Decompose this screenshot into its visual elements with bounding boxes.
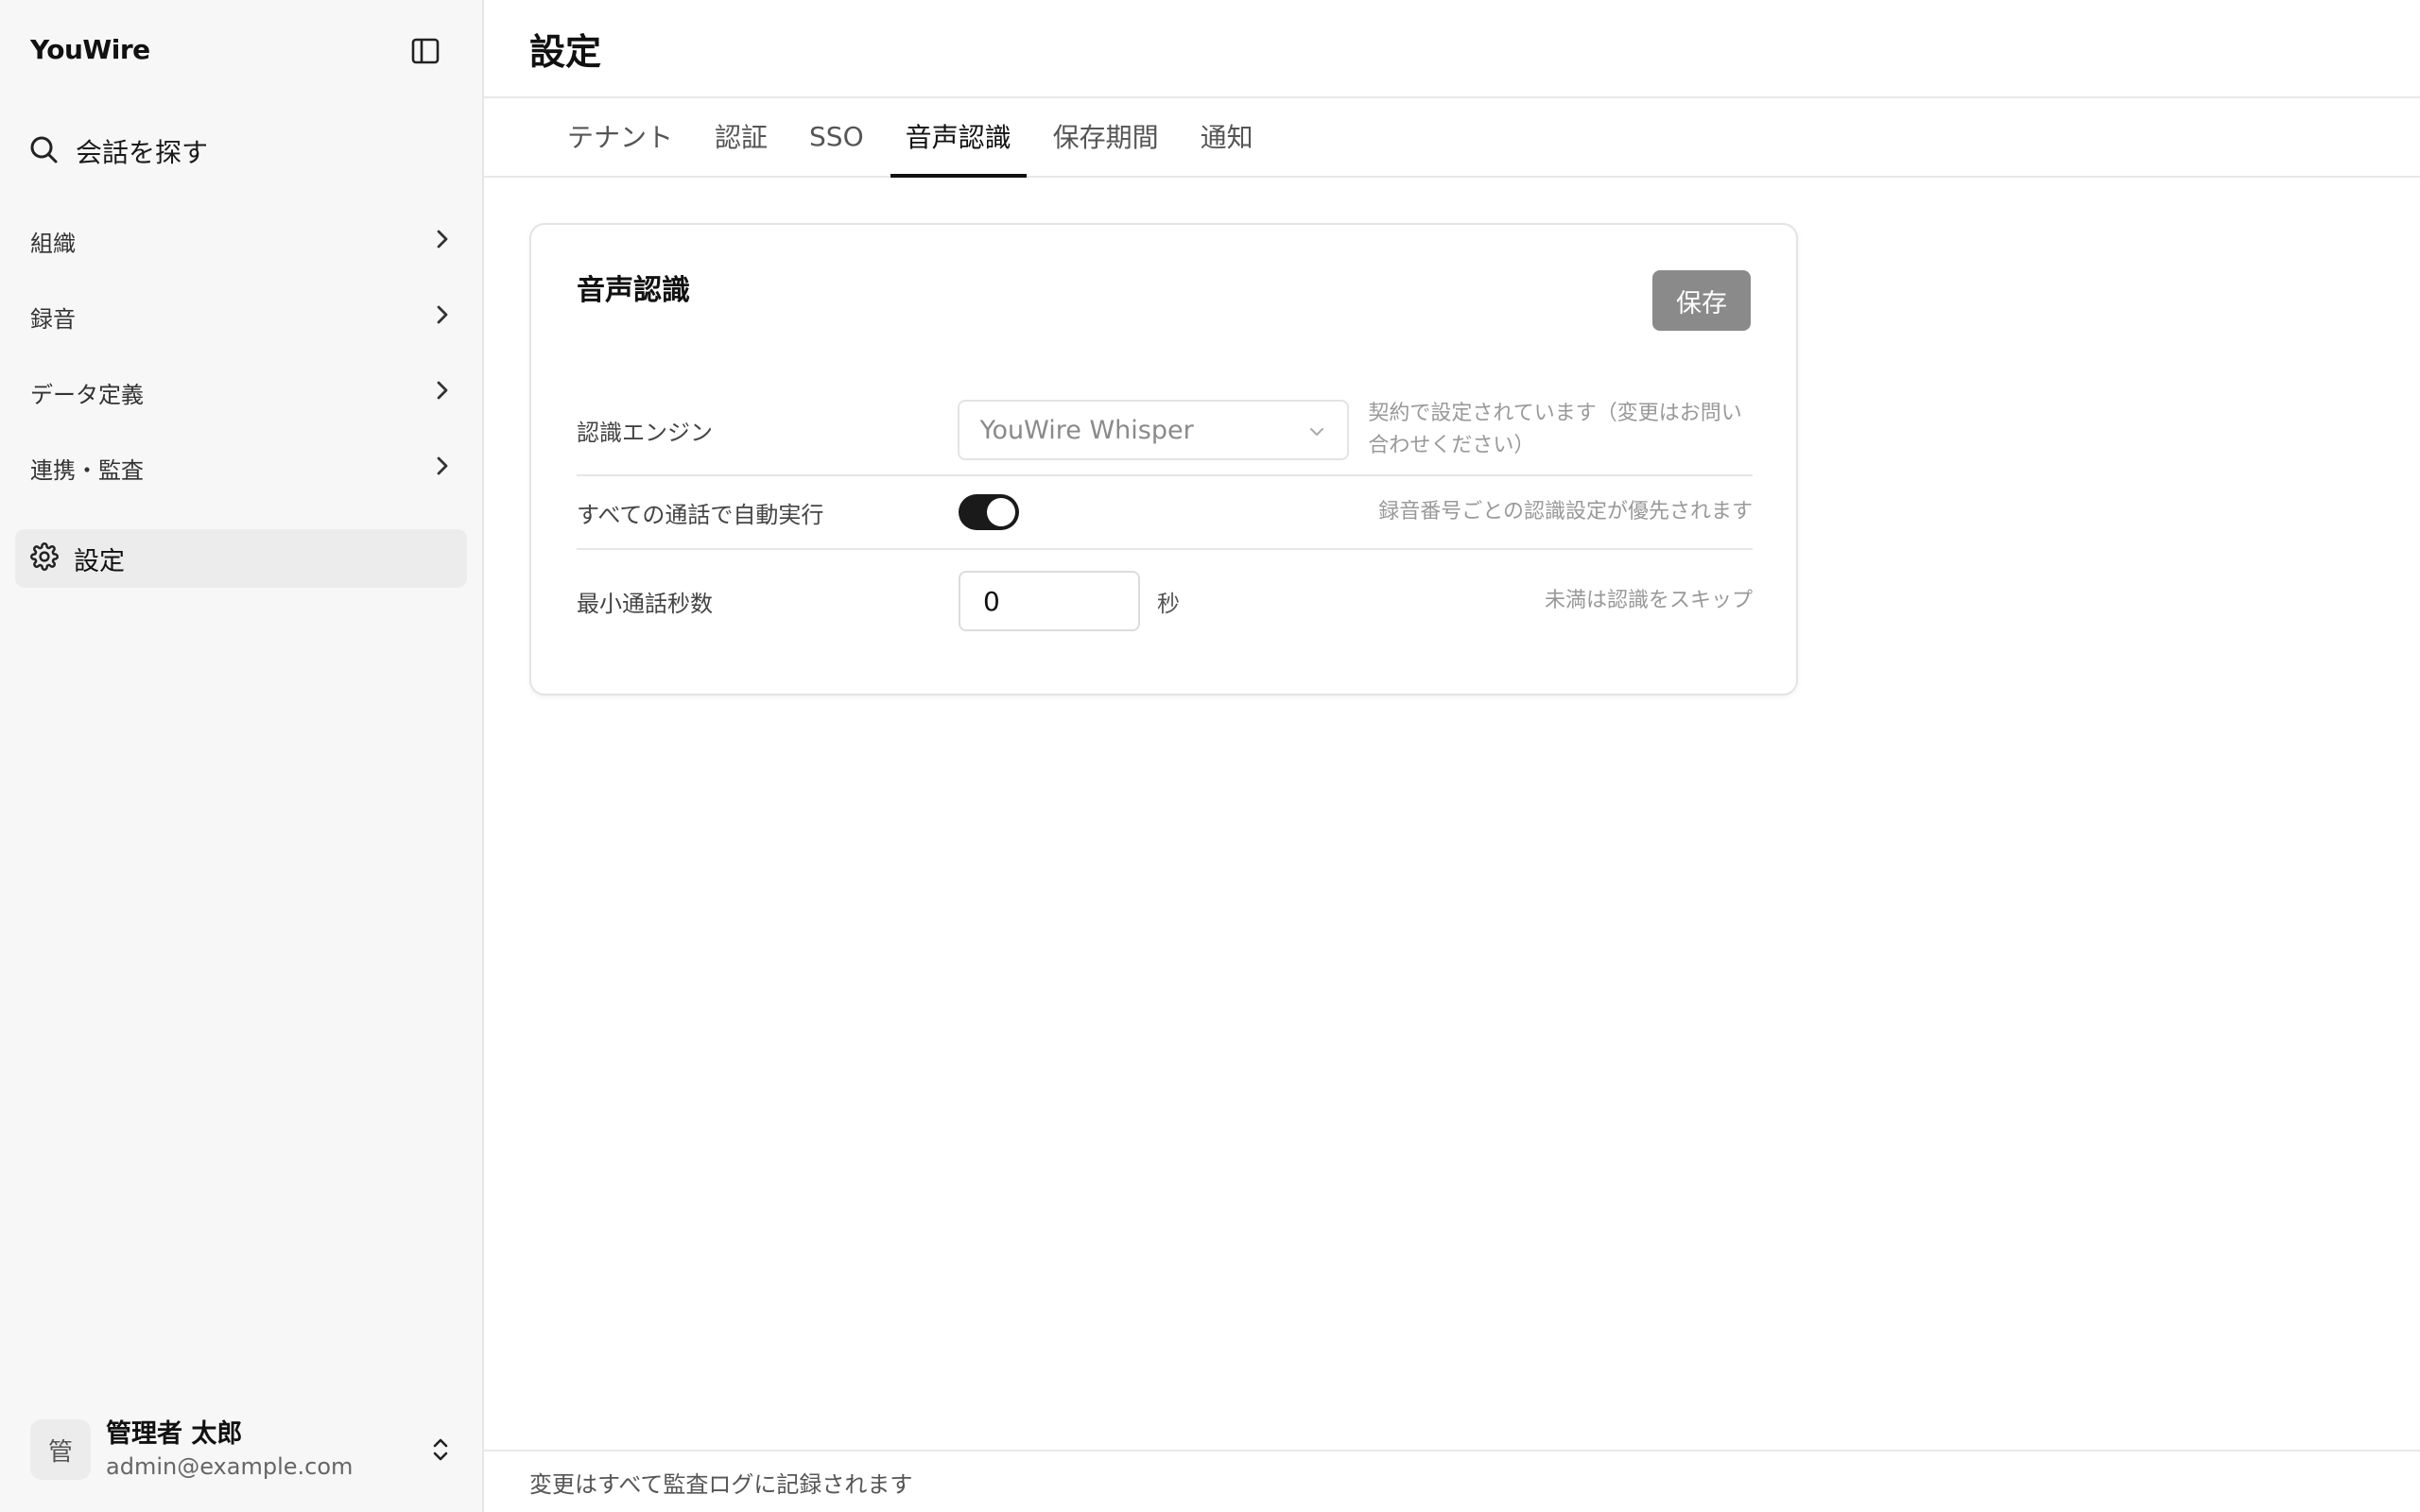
sidebar: YouWire 会話を探す 組織 録音 データ定義 連携・監査 設定 管 管理者… [0, 0, 484, 1512]
chevron-right-icon [433, 228, 452, 254]
sidebar-toggle-button[interactable] [408, 38, 442, 68]
card-title: 音声認識 [577, 274, 690, 307]
chevron-up-down-icon [427, 1435, 454, 1465]
avatar: 管 [30, 1419, 91, 1480]
page-title: 設定 [529, 30, 602, 73]
page-header: 設定 [484, 0, 2420, 98]
footer: 変更はすべて監査ログに記録されます [484, 1450, 2420, 1512]
speech-recognition-card: 音声認識 保存 認識エンジン YouWire Whisper 契約で設定されてい… [529, 223, 1798, 696]
engine-hint: 契約で設定されています（変更はお問い合わせください） [1368, 402, 1742, 457]
app-logo[interactable]: YouWire [30, 34, 150, 65]
tab-retention-period[interactable]: 保存期間 [1038, 96, 1174, 176]
seconds-unit: 秒 [1157, 590, 1180, 617]
sidebar-item-settings[interactable]: 設定 [15, 529, 467, 588]
sidebar-item-label: 連携・監査 [30, 456, 144, 484]
gear-icon [30, 542, 59, 575]
auto-run-hint: 録音番号ごとの認識設定が優先されます [1378, 500, 1753, 524]
chevron-right-icon [433, 455, 452, 481]
sidebar-item-label: 設定 [74, 546, 125, 576]
user-menu-button[interactable]: 管 管理者 太郎 admin@example.com [30, 1414, 454, 1486]
sidebar-item-label: 録音 [30, 305, 76, 333]
search-icon [28, 134, 59, 168]
user-email: admin@example.com [106, 1453, 354, 1480]
min-seconds-label: 最小通話秒数 [577, 590, 713, 617]
tab-tenant[interactable]: テナント [552, 96, 688, 176]
tab-speech-recognition[interactable]: 音声認識 [890, 96, 1027, 178]
search-label: 会話を探す [76, 137, 209, 168]
sidebar-item-recordings[interactable]: 録音 [15, 287, 467, 346]
sidebar-item-organization[interactable]: 組織 [15, 212, 467, 270]
chevron-right-icon [433, 379, 452, 405]
auto-run-label: すべての通話で自動実行 [577, 501, 824, 528]
auto-run-toggle[interactable] [959, 494, 1019, 530]
engine-label: 認識エンジン [577, 419, 713, 446]
tab-notifications[interactable]: 通知 [1185, 96, 1269, 176]
audit-log-notice: 変更はすべて監査ログに記録されます [529, 1470, 913, 1498]
user-name: 管理者 太郎 [106, 1419, 243, 1449]
chevron-down-icon [1307, 416, 1326, 445]
save-button[interactable]: 保存 [1652, 270, 1751, 331]
sidebar-item-data-definitions[interactable]: データ定義 [15, 363, 467, 421]
sidebar-item-label: 組織 [30, 230, 76, 257]
sidebar-item-integrations-audit[interactable]: 連携・監査 [15, 438, 467, 497]
sidebar-item-label: データ定義 [30, 381, 144, 408]
tab-sso[interactable]: SSO [794, 96, 879, 176]
tab-authentication[interactable]: 認証 [700, 96, 783, 176]
search-conversations-button[interactable]: 会話を探す [28, 130, 444, 172]
toggle-knob [987, 498, 1015, 526]
settings-tabs: テナント 認証 SSO 音声認識 保存期間 通知 [484, 98, 2420, 178]
main-content: 設定 テナント 認証 SSO 音声認識 保存期間 通知 音声認識 保存 認識エン… [484, 0, 2420, 1512]
engine-row: 認識エンジン YouWire Whisper 契約で設定されています（変更はお問… [577, 386, 1753, 476]
chevron-right-icon [433, 303, 452, 330]
engine-select[interactable]: YouWire Whisper [957, 400, 1350, 460]
engine-select-value: YouWire Whisper [979, 415, 1194, 445]
sidebar-panel-icon [411, 38, 440, 68]
auto-run-row: すべての通話で自動実行 録音番号ごとの認識設定が優先されます [577, 476, 1753, 550]
min-seconds-input[interactable] [959, 571, 1140, 631]
min-seconds-row: 最小通話秒数 秒 未満は認識をスキップ [577, 550, 1753, 652]
min-seconds-hint: 未満は認識をスキップ [1544, 589, 1753, 612]
